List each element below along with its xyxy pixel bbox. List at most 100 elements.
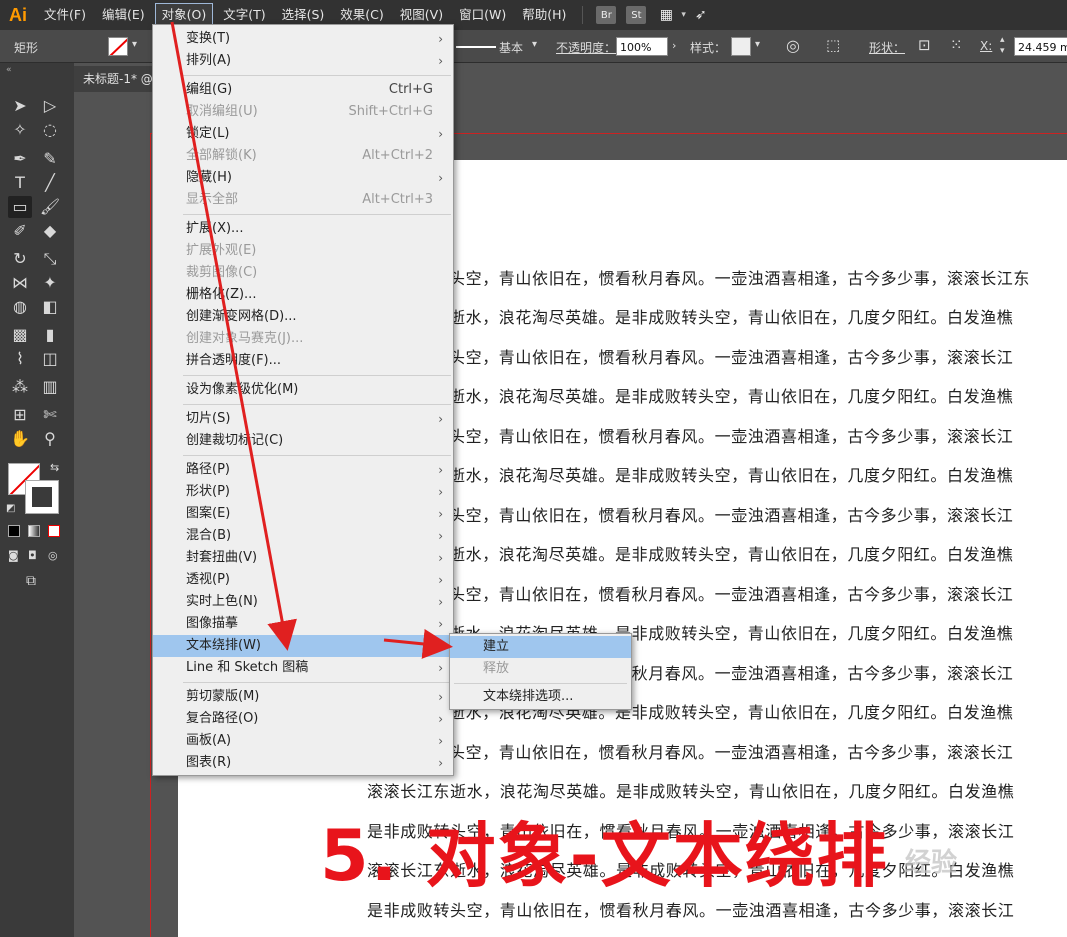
rotate-tool-icon[interactable]: ↻ — [8, 248, 32, 270]
menu-help[interactable]: 帮助(H) — [516, 4, 572, 26]
graph-tool-icon[interactable]: ▥ — [38, 376, 62, 398]
chevron-down-icon[interactable]: ▾ — [132, 39, 137, 50]
menu-item-image-trace[interactable]: 图像描摹 › — [153, 613, 453, 635]
menu-item-pixel-perfect[interactable]: 设为像素级优化(M) — [153, 379, 453, 401]
menu-view[interactable]: 视图(V) — [394, 4, 449, 26]
shaper-tool-icon[interactable]: ✐ — [8, 220, 32, 242]
menu-effect[interactable]: 效果(C) — [334, 4, 389, 26]
mesh-tool-icon[interactable]: ▩ — [8, 324, 32, 346]
draw-normal-icon[interactable]: ◙ — [8, 549, 19, 562]
menu-item-clipping-mask[interactable]: 剪切蒙版(M) › — [153, 686, 453, 708]
pen-tool-icon[interactable]: ✒ — [8, 148, 32, 170]
stroke-style-value[interactable]: 基本 — [499, 39, 523, 56]
menu-item-blend[interactable]: 混合(B) › — [153, 525, 453, 547]
menu-file[interactable]: 文件(F) — [38, 4, 92, 26]
menu-item-transform[interactable]: 变换(T) › — [153, 28, 453, 50]
blend-tool-icon[interactable]: ◫ — [38, 348, 62, 370]
menu-item-rasterize[interactable]: 栅格化(Z)... — [153, 284, 453, 306]
submenu-item-make[interactable]: 建立 — [450, 636, 631, 658]
shape-builder-tool-icon[interactable]: ◍ — [8, 296, 32, 318]
transform-box-icon[interactable]: ⊡ — [918, 36, 931, 54]
puppet-warp-tool-icon[interactable]: ✦ — [38, 272, 62, 294]
magic-wand-tool-icon[interactable]: ✧ — [8, 119, 32, 141]
menu-item-label: 透视(P) — [186, 572, 230, 587]
hand-tool-icon[interactable]: ✋ — [8, 428, 32, 450]
eyedropper-tool-icon[interactable]: ⌇ — [8, 348, 32, 370]
perspective-grid-tool-icon[interactable]: ◧ — [38, 296, 62, 318]
menu-type[interactable]: 文字(T) — [217, 4, 271, 26]
direct-selection-tool-icon[interactable]: ▷ — [38, 95, 62, 117]
menu-item-envelope-distort[interactable]: 封套扭曲(V) › — [153, 547, 453, 569]
x-field[interactable]: 24.459 m — [1014, 37, 1067, 56]
chevron-down-icon[interactable]: ▾ — [532, 39, 537, 50]
swap-colors-icon[interactable]: ⇆ — [50, 461, 59, 474]
chevron-right-icon[interactable]: › — [672, 39, 676, 52]
menu-select[interactable]: 选择(S) — [276, 4, 331, 26]
menu-item-slice[interactable]: 切片(S) › — [153, 408, 453, 430]
document-tab[interactable]: 未标题-1* @ — [74, 66, 164, 92]
menu-item-perspective[interactable]: 透视(P) › — [153, 569, 453, 591]
opacity-label[interactable]: 不透明度： — [556, 39, 616, 56]
stock-icon[interactable]: St — [626, 6, 647, 24]
artboard-tool-icon[interactable]: ⊞ — [8, 404, 32, 426]
submenu-item-text-wrap-options[interactable]: 文本绕排选项... — [450, 686, 631, 708]
chevron-down-icon[interactable]: ▾ — [681, 10, 686, 20]
align-select-icon[interactable]: ⬚ — [826, 36, 840, 54]
gradient-tool-icon[interactable]: ▮ — [38, 324, 62, 346]
menu-item-group[interactable]: 编组(G) Ctrl+G — [153, 79, 453, 101]
line-tool-icon[interactable]: ╱ — [38, 172, 62, 194]
menu-item-line-sketch-art[interactable]: Line 和 Sketch 图稿 › — [153, 657, 453, 679]
draw-behind-icon[interactable]: ◘ — [28, 549, 37, 562]
menu-item-artboards[interactable]: 画板(A) › — [153, 730, 453, 752]
stroke-color-icon[interactable] — [25, 480, 59, 514]
eraser-tool-icon[interactable]: ◆ — [38, 220, 62, 242]
workspace-layout-icon[interactable]: ▦ — [656, 6, 676, 24]
reference-point-icon[interactable]: ⁙ — [950, 36, 963, 54]
collapse-panel-icon[interactable]: « — [6, 65, 12, 75]
menu-item-path[interactable]: 路径(P) › — [153, 459, 453, 481]
menu-item-label: 隐藏(H) — [186, 170, 232, 185]
text-line: 头空，青山依旧在，惯看秋月春风。一壶浊酒喜相逢，古今多少事，滚滚长江 — [449, 743, 1014, 762]
recolor-icon[interactable]: ◎ — [786, 36, 800, 55]
chevron-down-icon[interactable]: ▾ — [755, 39, 760, 50]
menu-item-create-trim-marks[interactable]: 创建裁切标记(C) — [153, 430, 453, 452]
none-mode-icon[interactable] — [48, 525, 60, 537]
lasso-tool-icon[interactable]: ◌ — [38, 119, 62, 141]
selection-tool-icon[interactable]: ➤ — [8, 95, 32, 117]
style-swatch[interactable] — [731, 37, 751, 56]
draw-inside-icon[interactable]: ◎ — [48, 549, 58, 562]
color-mode-icon[interactable] — [8, 525, 20, 537]
shape-props-label[interactable]: 形状： — [869, 39, 905, 56]
zoom-tool-icon[interactable]: ⚲ — [38, 428, 62, 450]
rocket-icon[interactable]: ➶ — [691, 6, 711, 24]
symbol-sprayer-tool-icon[interactable]: ⁂ — [8, 376, 32, 398]
menu-item-live-paint[interactable]: 实时上色(N) › — [153, 591, 453, 613]
screen-mode-icon[interactable]: ⧉ — [26, 573, 36, 589]
menu-item-shape[interactable]: 形状(P) › — [153, 481, 453, 503]
slice-tool-icon[interactable]: ✄ — [38, 404, 62, 426]
gradient-mode-icon[interactable] — [28, 525, 40, 537]
bridge-icon[interactable]: Br — [596, 6, 617, 24]
type-tool-icon[interactable]: T — [8, 172, 32, 194]
menu-window[interactable]: 窗口(W) — [453, 4, 512, 26]
stepper-icon[interactable]: ▴ ▾ — [1000, 35, 1005, 57]
menu-item-graph[interactable]: 图表(R) › — [153, 752, 453, 774]
menu-item-hide[interactable]: 隐藏(H) › — [153, 167, 453, 189]
menu-item-flatten-transparency[interactable]: 拼合透明度(F)... — [153, 350, 453, 372]
width-tool-icon[interactable]: ⋈ — [8, 272, 32, 294]
curvature-tool-icon[interactable]: ✎ — [38, 148, 62, 170]
scale-tool-icon[interactable]: ⤡ — [38, 248, 62, 270]
menu-item-arrange[interactable]: 排列(A) › — [153, 50, 453, 72]
opacity-field[interactable]: 100% — [616, 37, 668, 56]
menu-item-lock[interactable]: 锁定(L) › — [153, 123, 453, 145]
menu-item-create-gradient-mesh[interactable]: 创建渐变网格(D)... — [153, 306, 453, 328]
rectangle-tool-icon[interactable]: ▭ — [8, 196, 32, 218]
menu-item-expand[interactable]: 扩展(X)... — [153, 218, 453, 240]
menu-item-compound-path[interactable]: 复合路径(O) › — [153, 708, 453, 730]
paintbrush-tool-icon[interactable]: 🖌 — [38, 196, 62, 218]
menu-edit[interactable]: 编辑(E) — [96, 4, 151, 26]
menu-item-pattern[interactable]: 图案(E) › — [153, 503, 453, 525]
menu-item-text-wrap[interactable]: 文本绕排(W) › — [153, 635, 453, 657]
fill-swatch[interactable] — [108, 37, 128, 56]
default-colors-icon[interactable]: ◩ — [6, 503, 15, 514]
